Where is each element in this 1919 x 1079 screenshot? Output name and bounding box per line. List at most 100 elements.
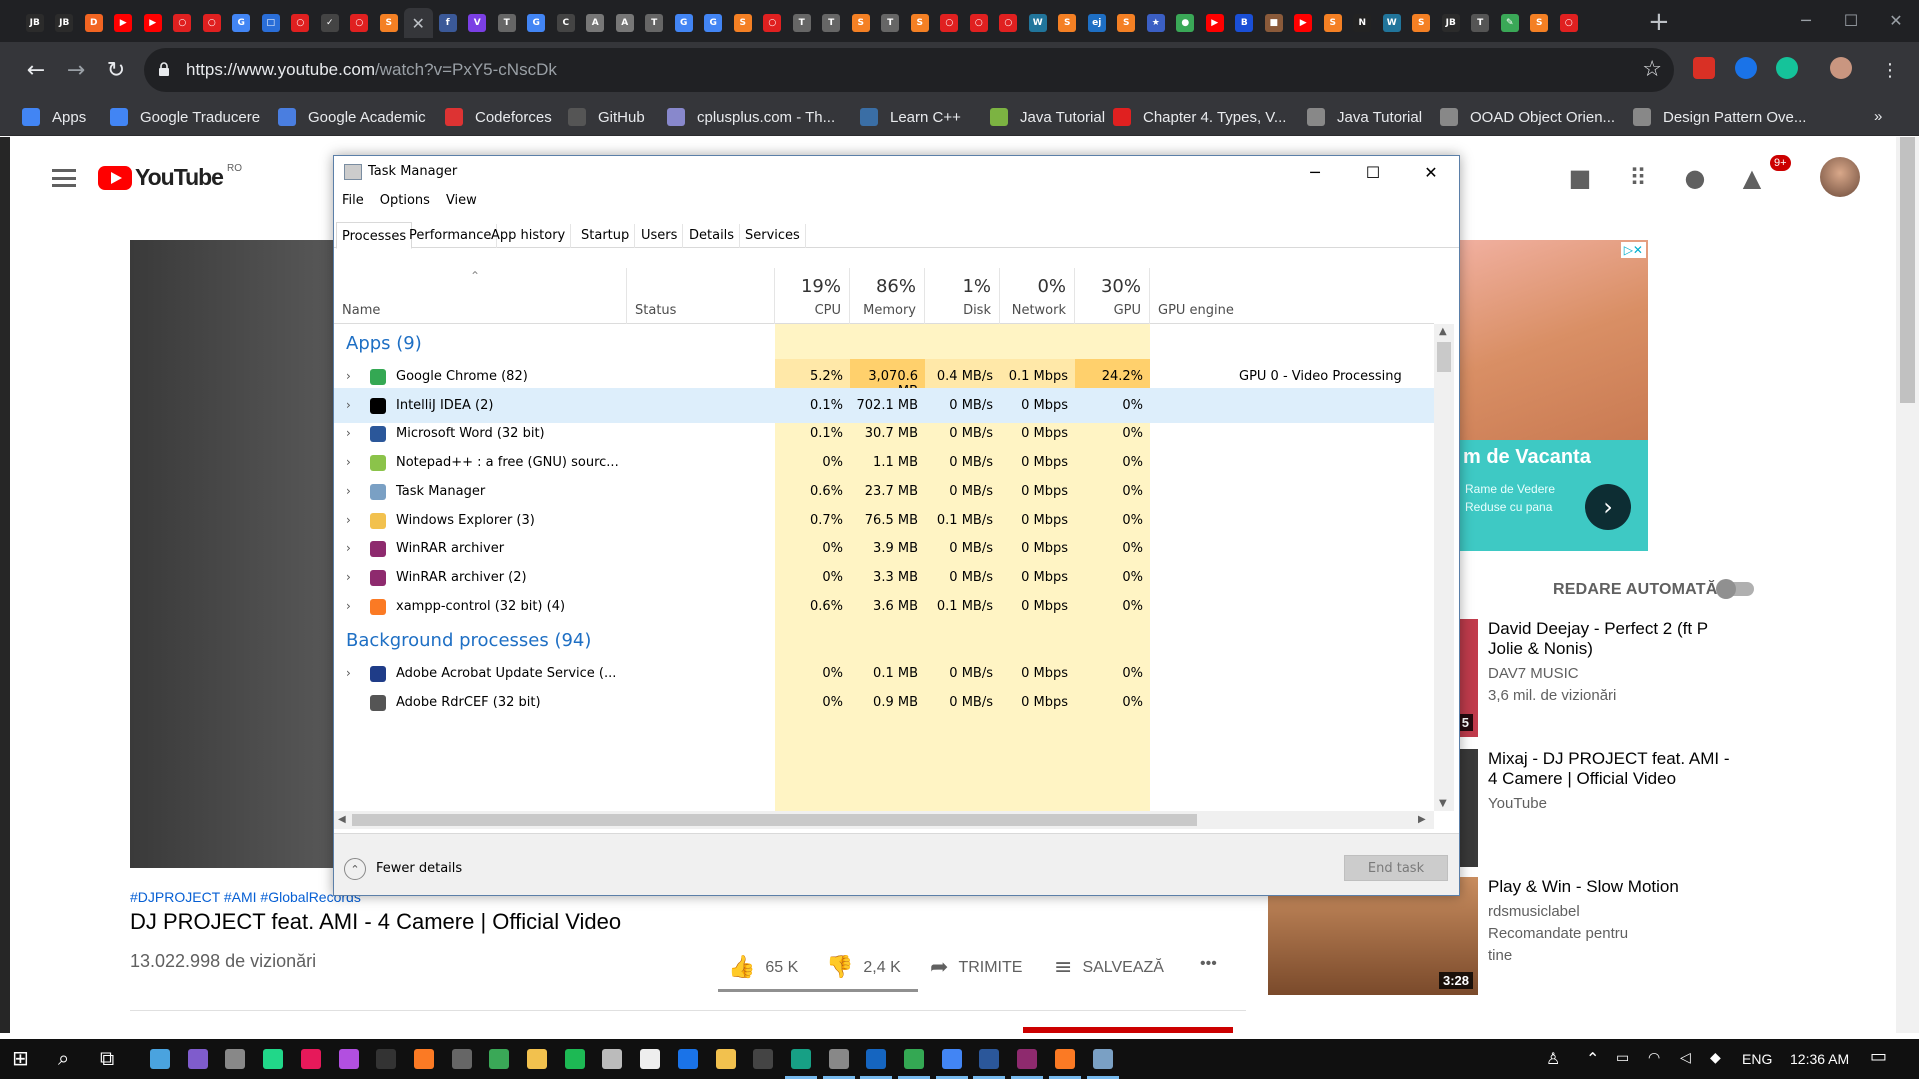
tab-details[interactable]: Details <box>684 224 741 248</box>
column-status[interactable]: Status <box>627 268 775 324</box>
browser-tab[interactable]: G <box>522 8 552 38</box>
start-button[interactable]: ⊞ <box>12 1046 29 1070</box>
visual-studio-code-icon[interactable] <box>150 1049 170 1069</box>
tab-services[interactable]: Services <box>740 224 806 248</box>
bookmark-star-icon[interactable]: ☆ <box>1642 57 1662 82</box>
maximize-button[interactable]: ☐ <box>1344 156 1402 188</box>
webstorm-icon[interactable] <box>338 1049 359 1069</box>
chevron-up-icon[interactable]: ⌃ <box>344 858 366 880</box>
create-video-icon[interactable]: ■ <box>1565 163 1595 193</box>
apps-grid-icon[interactable]: ⠿ <box>1623 163 1653 193</box>
column-gpu-engine[interactable]: GPU engine <box>1150 268 1434 324</box>
browser-tab[interactable]: S <box>728 8 758 38</box>
bell-icon[interactable]: ▲ <box>1737 163 1767 193</box>
browser-tab[interactable]: ej <box>1082 8 1112 38</box>
expand-chevron-icon[interactable]: › <box>346 426 351 440</box>
file-explorer-icon[interactable] <box>715 1049 736 1069</box>
browser-tab[interactable]: T <box>787 8 817 38</box>
browser-tab[interactable]: S <box>1525 8 1555 38</box>
account-avatar[interactable] <box>1820 157 1860 197</box>
search-icon[interactable]: ⌕ <box>58 1046 69 1070</box>
people-icon[interactable]: ♙ <box>1546 1049 1560 1068</box>
browser-tab[interactable]: ○ <box>168 8 198 38</box>
bookmark-item[interactable]: Google Academic <box>278 108 426 126</box>
browser-tab[interactable]: N <box>1348 8 1378 38</box>
scrollbar-thumb[interactable] <box>352 814 1197 826</box>
expand-chevron-icon[interactable]: › <box>346 513 351 527</box>
column-cpu[interactable]: 19% CPU <box>775 268 850 324</box>
browser-tab[interactable]: ○ <box>964 8 994 38</box>
browser-tab[interactable]: ▶ <box>1200 8 1230 38</box>
menu-options[interactable]: Options <box>372 188 438 214</box>
notifications-icon[interactable]: ▭ <box>1870 1046 1887 1067</box>
terminal-icon[interactable] <box>225 1049 246 1069</box>
browser-tab[interactable]: ○ <box>994 8 1024 38</box>
browser-tab[interactable]: T <box>640 8 670 38</box>
bookmark-item[interactable]: Google Traducere <box>110 108 260 126</box>
expand-chevron-icon[interactable]: › <box>346 484 351 498</box>
sun-icon[interactable] <box>527 1049 547 1069</box>
bookmark-item[interactable]: Java Tutorial <box>990 108 1105 126</box>
video-hashtags[interactable]: #DJPROJECT #AMI #GlobalRecords <box>130 889 361 905</box>
battery-icon[interactable]: ▭ <box>1616 1050 1629 1066</box>
tab-active[interactable]: ✕ <box>403 8 433 38</box>
save-button[interactable]: ≡ SALVEAZĂ <box>1054 955 1164 980</box>
browser-tab[interactable]: D <box>79 8 109 38</box>
browser-tab[interactable]: ○ <box>345 8 375 38</box>
ad-banner[interactable]: ▷✕ m de Vacanta Rame de Vedere Reduse cu… <box>1457 240 1648 551</box>
app-icon[interactable] <box>451 1049 472 1069</box>
like-button[interactable]: 👍 65 K <box>728 955 798 980</box>
browser-tab[interactable]: JB <box>20 8 50 38</box>
tab-processes[interactable]: Processes <box>336 222 413 249</box>
wifi-icon[interactable]: ◠ <box>1648 1050 1660 1066</box>
browser-tab[interactable]: □ <box>256 8 286 38</box>
fewer-details-link[interactable]: Fewer details <box>376 861 462 876</box>
bookmarks-overflow-button[interactable]: » <box>1874 108 1882 125</box>
column-network[interactable]: 0% Network <box>1000 268 1075 324</box>
vertical-scrollbar[interactable]: ▲ ▼ <box>1434 324 1454 811</box>
extension-icon[interactable] <box>1693 57 1715 79</box>
xampp-icon[interactable] <box>1054 1049 1075 1069</box>
page-scrollbar[interactable] <box>1896 137 1919 1033</box>
browser-tab[interactable]: S <box>1053 8 1083 38</box>
browser-tab[interactable]: C <box>551 8 581 38</box>
process-row[interactable]: › xampp-control (32 bit) (4) 0.6% 3.6 MB 0.1… <box>334 589 1434 624</box>
visual-studio-icon[interactable] <box>187 1049 208 1069</box>
back-button[interactable]: ← <box>20 54 52 86</box>
menu-icon[interactable] <box>52 169 76 187</box>
browser-tab[interactable]: S <box>905 8 935 38</box>
browser-tab[interactable]: ○ <box>286 8 316 38</box>
notepad-icon[interactable] <box>489 1049 510 1069</box>
column-gpu[interactable]: 30% GPU <box>1075 268 1150 324</box>
browser-tab[interactable]: ▶ <box>1289 8 1319 38</box>
minimize-button[interactable]: ─ <box>1286 156 1344 188</box>
app-icon[interactable] <box>866 1049 887 1069</box>
xampp-icon[interactable] <box>413 1049 434 1069</box>
tray-overflow-icon[interactable]: ⌃ <box>1586 1049 1599 1068</box>
browser-tab[interactable]: G <box>227 8 257 38</box>
maps-icon[interactable] <box>677 1049 698 1069</box>
browser-tab[interactable]: S <box>374 8 404 38</box>
browser-menu-icon[interactable]: ⋮ <box>1874 54 1906 86</box>
expand-chevron-icon[interactable]: › <box>346 666 351 680</box>
more-actions-button[interactable]: ••• <box>1200 955 1217 973</box>
browser-tab[interactable]: T <box>1466 8 1496 38</box>
tab-users[interactable]: Users <box>636 224 684 248</box>
column-memory[interactable]: 86% Memory <box>850 268 925 324</box>
bookmark-item[interactable]: OOAD Object Orien... <box>1440 108 1615 126</box>
volume-icon[interactable]: ◁ <box>1680 1050 1691 1066</box>
intellij-icon[interactable] <box>300 1049 321 1069</box>
browser-tab[interactable]: ▶ <box>109 8 139 38</box>
expand-chevron-icon[interactable]: › <box>346 369 351 383</box>
menu-file[interactable]: File <box>334 188 372 214</box>
scroll-right-icon[interactable]: ▶ <box>1418 814 1426 825</box>
autoplay-toggle[interactable] <box>1716 579 1754 599</box>
browser-tab[interactable]: G <box>699 8 729 38</box>
browser-tab[interactable]: T <box>492 8 522 38</box>
browser-tab[interactable]: W <box>1023 8 1053 38</box>
browser-maximize-button[interactable]: ☐ <box>1828 0 1874 40</box>
browser-tab[interactable]: A <box>610 8 640 38</box>
address-bar[interactable]: https://www.youtube.com/watch?v=PxY5-cNs… <box>144 48 1674 92</box>
tab-app-history[interactable]: App history <box>486 224 572 248</box>
language-indicator[interactable]: ENG <box>1742 1051 1772 1067</box>
